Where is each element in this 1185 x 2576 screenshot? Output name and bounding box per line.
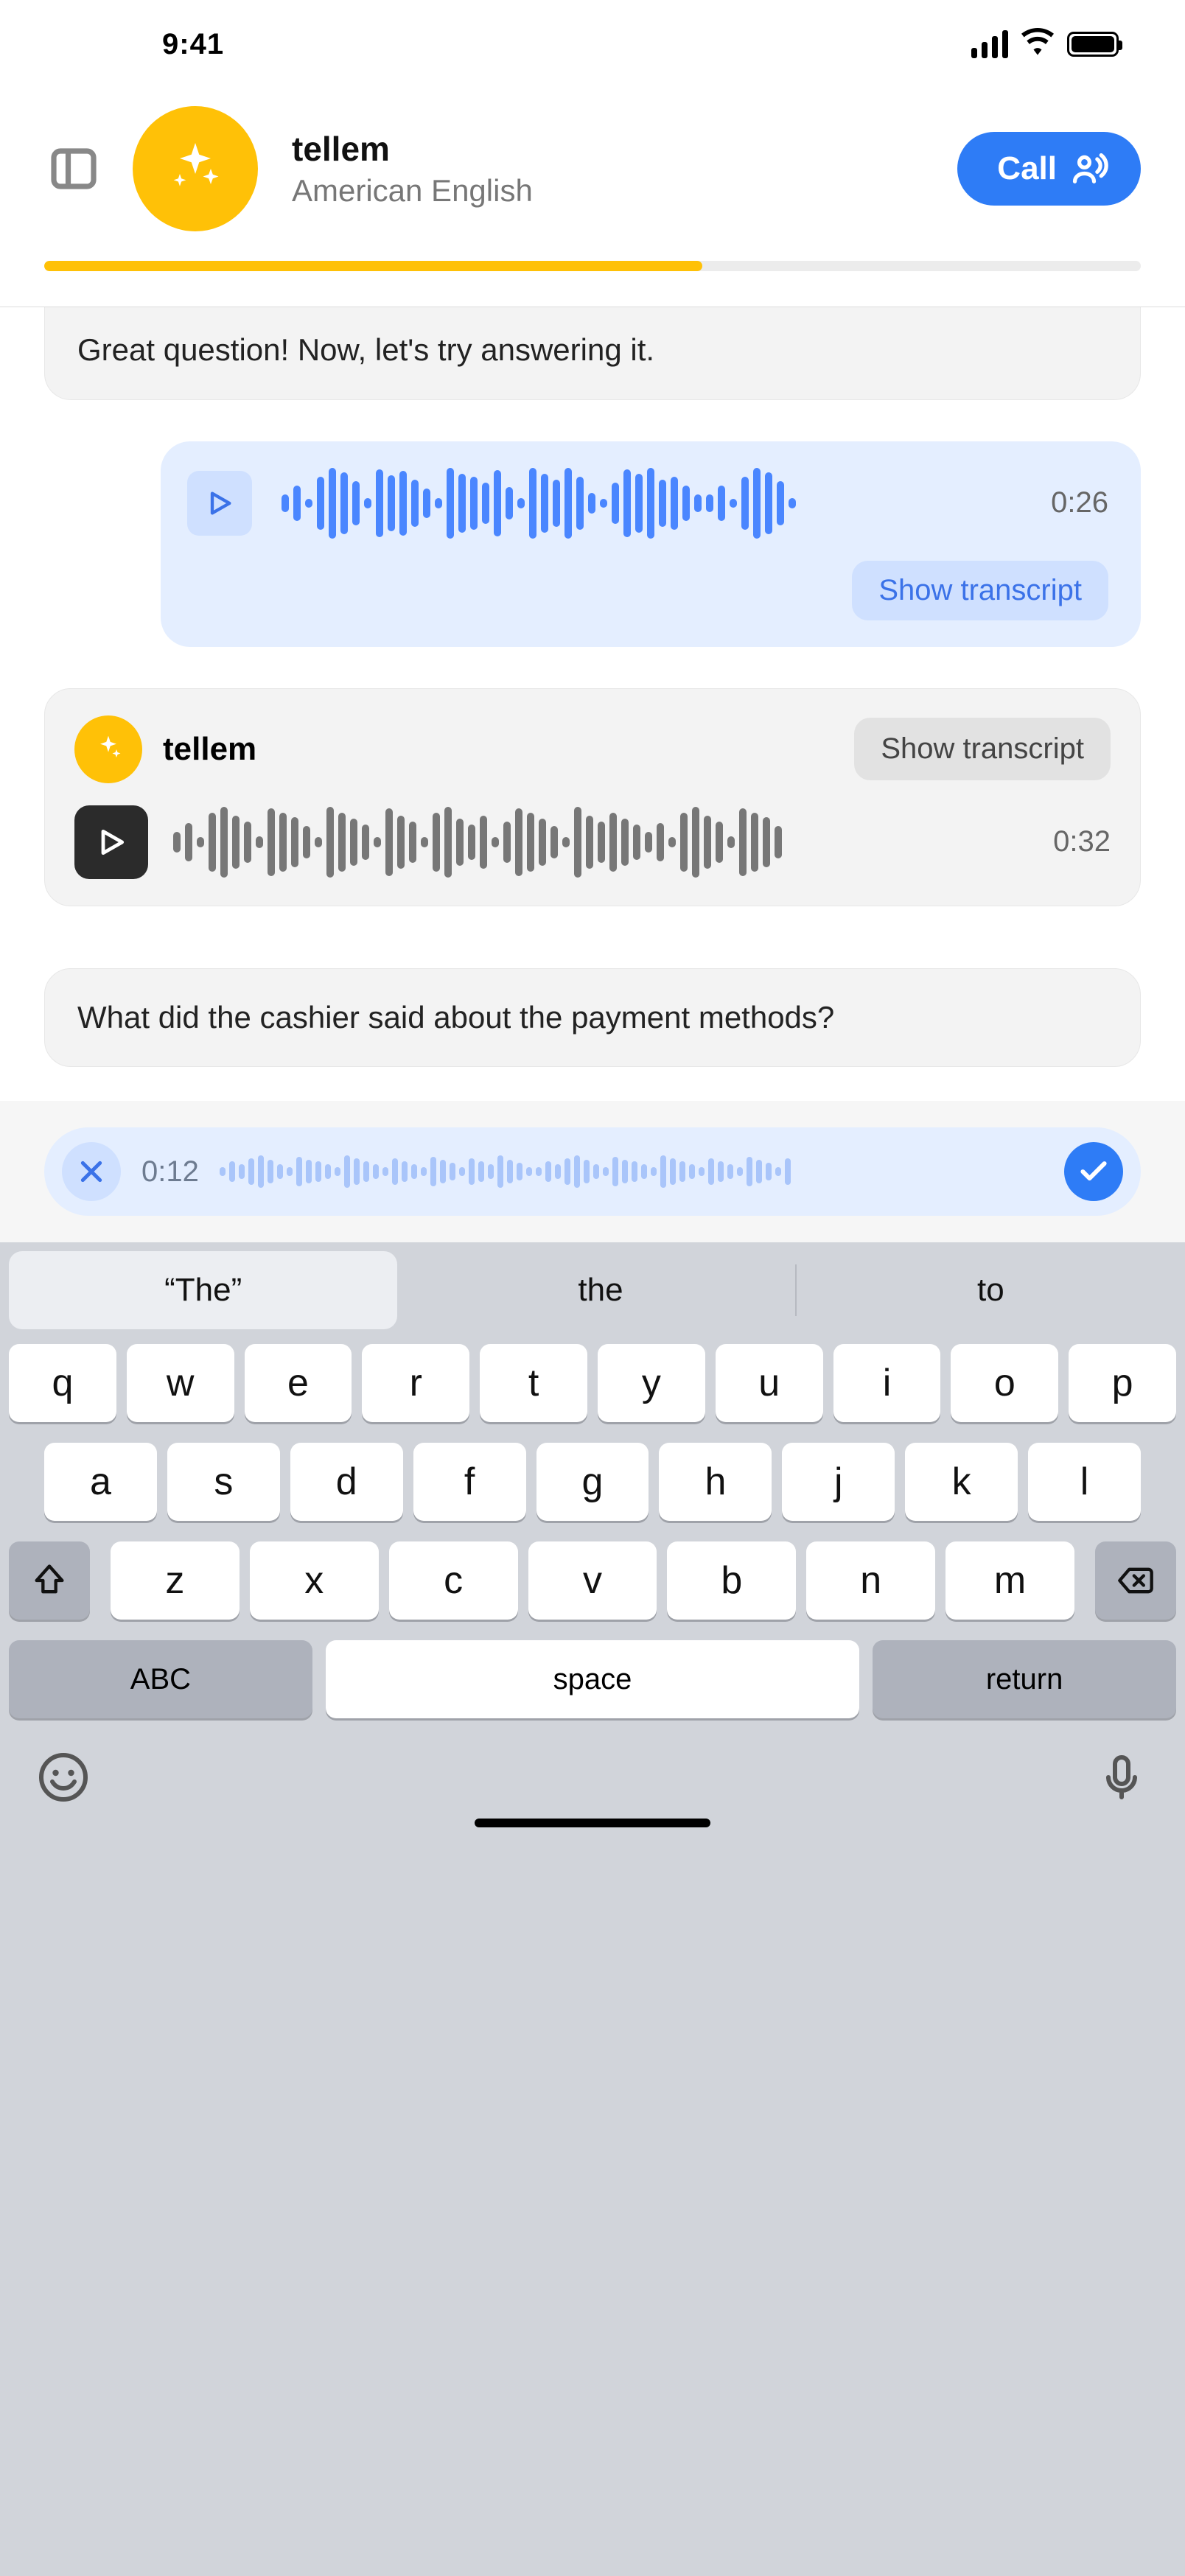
key-c[interactable]: c <box>389 1541 518 1620</box>
call-button-label: Call <box>997 150 1057 187</box>
suggestion[interactable]: to <box>797 1242 1185 1338</box>
key-f[interactable]: f <box>413 1443 526 1521</box>
message-text: Great question! Now, let's try answering… <box>77 329 1108 371</box>
key-j[interactable]: j <box>782 1443 895 1521</box>
bot-voice-message: tellem Show transcript 0:32 <box>44 688 1141 906</box>
key-g[interactable]: g <box>536 1443 649 1521</box>
suggestion[interactable]: the <box>406 1242 794 1338</box>
person-wave-icon <box>1070 150 1108 188</box>
bot-message: Great question! Now, let's try answering… <box>44 307 1141 400</box>
sparkle-icon <box>92 733 125 766</box>
key-e[interactable]: e <box>245 1344 352 1422</box>
key-d[interactable]: d <box>290 1443 403 1521</box>
return-key[interactable]: return <box>873 1640 1176 1718</box>
shift-icon <box>30 1561 69 1600</box>
key-w[interactable]: w <box>127 1344 234 1422</box>
cellular-icon <box>971 30 1008 58</box>
key-u[interactable]: u <box>716 1344 823 1422</box>
key-m[interactable]: m <box>945 1541 1074 1620</box>
abc-key[interactable]: ABC <box>9 1640 312 1718</box>
header-title: tellem <box>292 129 928 169</box>
key-z[interactable]: z <box>111 1541 240 1620</box>
key-x[interactable]: x <box>250 1541 379 1620</box>
send-recording-button[interactable] <box>1064 1142 1123 1201</box>
play-button[interactable] <box>74 805 148 879</box>
suggestion[interactable]: “The” <box>9 1251 397 1329</box>
emoji-button[interactable] <box>37 1751 90 1804</box>
backspace-icon <box>1116 1561 1155 1600</box>
key-v[interactable]: v <box>528 1541 657 1620</box>
call-button[interactable]: Call <box>957 132 1141 206</box>
key-q[interactable]: q <box>9 1344 116 1422</box>
header-subtitle: American English <box>292 173 928 209</box>
home-indicator <box>0 1819 1185 1845</box>
message-text: What did the cashier said about the paym… <box>77 997 1108 1039</box>
recording-time: 0:12 <box>141 1155 199 1189</box>
key-a[interactable]: a <box>44 1443 157 1521</box>
voice-composer: 0:12 <box>44 1127 1141 1216</box>
key-n[interactable]: n <box>806 1541 935 1620</box>
duration-label: 0:26 <box>1051 486 1108 519</box>
user-voice-message: 0:26 Show transcript <box>161 441 1141 647</box>
backspace-key[interactable] <box>1095 1541 1176 1620</box>
wifi-icon <box>1021 28 1054 60</box>
status-indicators <box>971 28 1141 60</box>
dictation-button[interactable] <box>1095 1751 1148 1804</box>
status-time: 9:41 <box>44 28 224 61</box>
bot-avatar-small <box>74 715 142 783</box>
battery-icon <box>1067 32 1119 57</box>
show-transcript-button[interactable]: Show transcript <box>854 718 1111 780</box>
key-b[interactable]: b <box>667 1541 796 1620</box>
app-avatar <box>133 106 258 231</box>
key-o[interactable]: o <box>951 1344 1058 1422</box>
play-icon <box>95 826 127 858</box>
app-header: tellem American English Call <box>0 88 1185 246</box>
duration-label: 0:32 <box>1053 825 1111 858</box>
bot-message: What did the cashier said about the paym… <box>44 968 1141 1068</box>
composer-area: 0:12 <box>0 1101 1185 1242</box>
key-r[interactable]: r <box>362 1344 469 1422</box>
key-k[interactable]: k <box>905 1443 1018 1521</box>
key-h[interactable]: h <box>659 1443 772 1521</box>
suggestion-bar: “The” the to <box>0 1242 1185 1338</box>
close-icon <box>77 1157 106 1186</box>
chat-area: Great question! Now, let's try answering… <box>0 307 1185 1067</box>
waveform[interactable] <box>173 807 1028 878</box>
key-s[interactable]: s <box>167 1443 280 1521</box>
play-icon <box>205 489 234 518</box>
bot-name: tellem <box>163 731 256 768</box>
key-l[interactable]: l <box>1028 1443 1141 1521</box>
waveform[interactable] <box>282 468 1021 539</box>
key-t[interactable]: t <box>480 1344 587 1422</box>
show-transcript-button[interactable]: Show transcript <box>852 561 1108 620</box>
status-bar: 9:41 <box>0 0 1185 88</box>
progress-bar <box>44 261 1141 271</box>
play-button[interactable] <box>187 471 252 536</box>
sidebar-toggle-button[interactable] <box>44 139 103 198</box>
key-i[interactable]: i <box>833 1344 941 1422</box>
sparkle-icon <box>164 138 226 200</box>
check-icon <box>1077 1155 1110 1188</box>
keyboard: “The” the to qwertyuiop asdfghjkl zxcvbn… <box>0 1242 1185 2576</box>
recording-waveform <box>220 1155 1044 1188</box>
cancel-recording-button[interactable] <box>62 1142 121 1201</box>
key-p[interactable]: p <box>1069 1344 1176 1422</box>
shift-key[interactable] <box>9 1541 90 1620</box>
space-key[interactable]: space <box>326 1640 859 1718</box>
key-y[interactable]: y <box>598 1344 705 1422</box>
